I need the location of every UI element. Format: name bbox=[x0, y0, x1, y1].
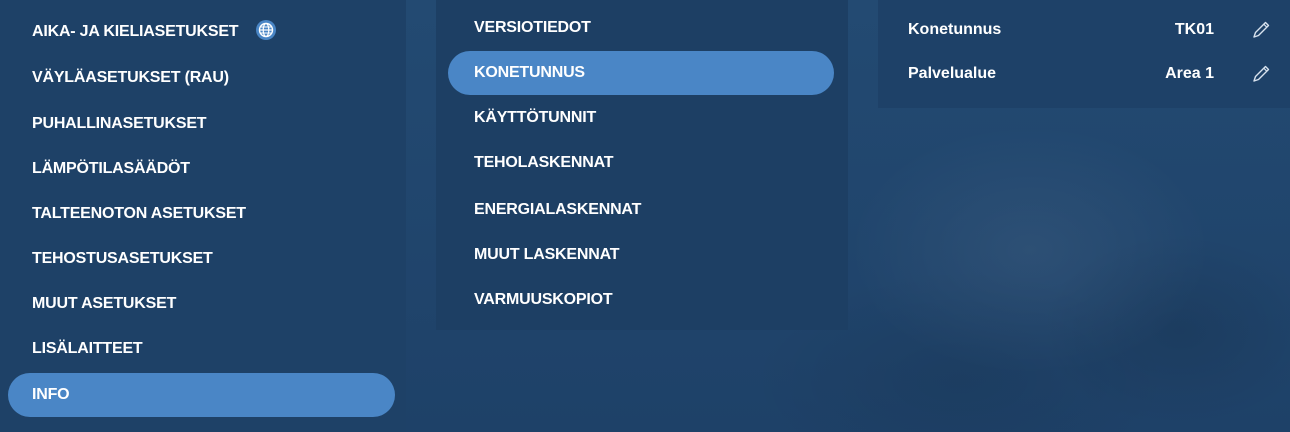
properties-panel: Konetunnus TK01 Palvelualue Area 1 bbox=[878, 0, 1290, 108]
property-label: Konetunnus bbox=[908, 21, 1002, 38]
menu-item-label: LÄMPÖTILASÄÄDÖT bbox=[32, 160, 190, 177]
submenu-item-label: VERSIOTIEDOT bbox=[474, 19, 591, 36]
submenu-item-power-calc[interactable]: TEHOLASKENNAT bbox=[448, 141, 834, 185]
settings-menu: AIKA- JA KIELIASETUKSET VÄYLÄASETUKSET (… bbox=[0, 0, 406, 432]
info-submenu: VERSIOTIEDOT KONETUNNUS KÄYTTÖTUNNIT TEH… bbox=[436, 0, 848, 330]
submenu-item-backups[interactable]: VARMUUSKOPIOT bbox=[448, 278, 834, 322]
menu-item-boost-settings[interactable]: TEHOSTUSASETUKSET bbox=[8, 237, 395, 281]
menu-item-info[interactable]: INFO bbox=[8, 373, 395, 417]
menu-item-temperature[interactable]: LÄMPÖTILASÄÄDÖT bbox=[8, 147, 395, 191]
property-row-machine-id: Konetunnus TK01 bbox=[878, 8, 1290, 52]
submenu-item-energy-calc[interactable]: ENERGIALASKENNAT bbox=[448, 188, 834, 232]
submenu-item-label: KONETUNNUS bbox=[474, 64, 585, 81]
menu-item-accessories[interactable]: LISÄLAITTEET bbox=[8, 327, 395, 371]
menu-item-label: LISÄLAITTEET bbox=[32, 340, 143, 357]
submenu-item-operating-hours[interactable]: KÄYTTÖTUNNIT bbox=[448, 96, 834, 140]
property-value: TK01 bbox=[1174, 21, 1214, 38]
menu-item-other-settings[interactable]: MUUT ASETUKSET bbox=[8, 282, 395, 326]
submenu-item-label: ENERGIALASKENNAT bbox=[474, 201, 642, 218]
submenu-item-machine-id[interactable]: KONETUNNUS bbox=[448, 51, 834, 95]
pencil-icon[interactable] bbox=[1250, 63, 1272, 85]
property-row-service-area: Palvelualue Area 1 bbox=[878, 52, 1290, 96]
submenu-item-label: MUUT LASKENNAT bbox=[474, 246, 620, 263]
pencil-icon[interactable] bbox=[1250, 19, 1272, 41]
menu-item-label: INFO bbox=[32, 386, 70, 403]
menu-item-fan-settings[interactable]: PUHALLINASETUKSET bbox=[8, 102, 395, 146]
menu-item-time-language[interactable]: AIKA- JA KIELIASETUKSET bbox=[8, 10, 395, 54]
menu-item-label: PUHALLINASETUKSET bbox=[32, 115, 207, 132]
menu-item-label: VÄYLÄASETUKSET (RAU) bbox=[32, 69, 229, 86]
menu-item-label: MUUT ASETUKSET bbox=[32, 295, 177, 312]
menu-item-label: TALTEENOTON ASETUKSET bbox=[32, 205, 246, 222]
menu-item-label: TEHOSTUSASETUKSET bbox=[32, 250, 213, 267]
submenu-item-label: KÄYTTÖTUNNIT bbox=[474, 109, 597, 126]
submenu-item-version[interactable]: VERSIOTIEDOT bbox=[448, 6, 834, 50]
property-label: Palvelualue bbox=[908, 65, 997, 82]
property-value: Area 1 bbox=[1165, 65, 1214, 82]
globe-icon bbox=[255, 19, 276, 40]
submenu-item-label: TEHOLASKENNAT bbox=[474, 154, 614, 171]
menu-item-heat-recovery[interactable]: TALTEENOTON ASETUKSET bbox=[8, 192, 395, 236]
menu-item-bus-settings[interactable]: VÄYLÄASETUKSET (RAU) bbox=[8, 56, 395, 100]
submenu-item-label: VARMUUSKOPIOT bbox=[474, 291, 613, 308]
submenu-item-other-calc[interactable]: MUUT LASKENNAT bbox=[448, 233, 834, 277]
menu-item-label: AIKA- JA KIELIASETUKSET bbox=[32, 23, 239, 40]
